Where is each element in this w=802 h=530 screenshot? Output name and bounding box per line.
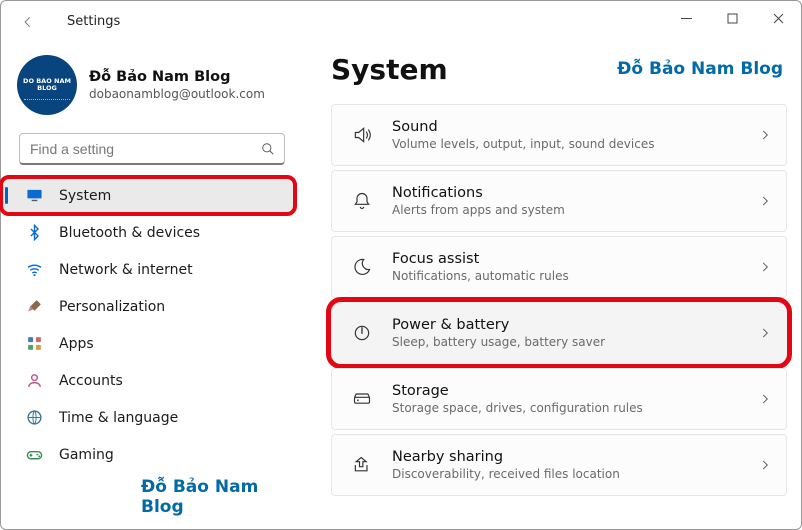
card-title: Sound xyxy=(392,119,758,135)
nav-label: Gaming xyxy=(59,447,114,463)
power-icon xyxy=(342,323,382,343)
bluetooth-icon xyxy=(25,224,43,242)
search-icon xyxy=(261,142,275,156)
close-button[interactable] xyxy=(755,1,801,35)
nav-label: Time & language xyxy=(59,410,178,426)
nav-item-personalization[interactable]: Personalization xyxy=(7,288,289,325)
card-title: Nearby sharing xyxy=(392,449,758,465)
chevron-right-icon xyxy=(758,194,772,208)
user-block[interactable]: DO BAO NAM BLOG Đỗ Bảo Nam Blog dobaonam… xyxy=(1,55,299,133)
card-sub: Notifications, automatic rules xyxy=(392,269,758,283)
brush-icon xyxy=(25,298,43,316)
sound-icon xyxy=(342,125,382,145)
nav-label: Apps xyxy=(59,336,94,352)
chevron-right-icon xyxy=(758,128,772,142)
window-title: Settings xyxy=(67,14,120,29)
apps-icon xyxy=(25,335,43,353)
moon-icon xyxy=(342,257,382,277)
nav-item-apps[interactable]: Apps xyxy=(7,325,289,362)
card-sub: Storage space, drives, configuration rul… xyxy=(392,401,758,415)
avatar: DO BAO NAM BLOG xyxy=(17,55,77,115)
nav-item-bluetooth-devices[interactable]: Bluetooth & devices xyxy=(7,214,289,251)
main-panel: System Đỗ Bảo Nam Blog Sound Volume level… xyxy=(299,41,801,529)
user-email: dobaonamblog@outlook.com xyxy=(89,87,265,101)
page-title: System xyxy=(331,53,448,86)
back-button[interactable] xyxy=(17,11,39,33)
storage-icon xyxy=(342,389,382,409)
nav-item-time-language[interactable]: Time & language xyxy=(7,399,289,436)
settings-card-nearby-sharing[interactable]: Nearby sharing Discoverability, received … xyxy=(331,434,787,496)
nav-label: Bluetooth & devices xyxy=(59,225,200,241)
monitor-icon xyxy=(25,187,43,205)
maximize-button[interactable] xyxy=(709,1,755,35)
minimize-button[interactable] xyxy=(663,1,709,35)
sidebar: DO BAO NAM BLOG Đỗ Bảo Nam Blog dobaonam… xyxy=(1,41,299,529)
share-icon xyxy=(342,455,382,475)
nav-label: Accounts xyxy=(59,373,123,389)
user-name: Đỗ Bảo Nam Blog xyxy=(89,69,265,85)
gamepad-icon xyxy=(25,446,43,464)
chevron-right-icon xyxy=(758,326,772,340)
wifi-icon xyxy=(25,261,43,279)
window-controls xyxy=(663,1,801,35)
card-title: Notifications xyxy=(392,185,758,201)
chevron-right-icon xyxy=(758,458,772,472)
nav-item-accounts[interactable]: Accounts xyxy=(7,362,289,399)
card-title: Focus assist xyxy=(392,251,758,267)
nav-label: System xyxy=(59,188,111,204)
bell-icon xyxy=(342,191,382,211)
nav-list: System Bluetooth & devices Network & inter… xyxy=(1,177,299,473)
settings-card-focus-assist[interactable]: Focus assist Notifications, automatic rul… xyxy=(331,236,787,298)
globe-icon xyxy=(25,409,43,427)
settings-card-power-battery[interactable]: Power & battery Sleep, battery usage, bat… xyxy=(331,302,787,364)
settings-card-list: Sound Volume levels, output, input, sound… xyxy=(331,104,787,496)
settings-card-storage[interactable]: Storage Storage space, drives, configurat… xyxy=(331,368,787,430)
search-input[interactable] xyxy=(19,133,285,165)
nav-label: Network & internet xyxy=(59,262,193,278)
card-sub: Sleep, battery usage, battery saver xyxy=(392,335,758,349)
watermark-main: Đỗ Bảo Nam Blog xyxy=(617,59,783,79)
nav-item-system[interactable]: System xyxy=(1,177,295,214)
nav-label: Personalization xyxy=(59,299,165,315)
card-sub: Alerts from apps and system xyxy=(392,203,758,217)
card-title: Storage xyxy=(392,383,758,399)
nav-item-network-internet[interactable]: Network & internet xyxy=(7,251,289,288)
chevron-right-icon xyxy=(758,392,772,406)
user-icon xyxy=(25,372,43,390)
settings-card-sound[interactable]: Sound Volume levels, output, input, sound… xyxy=(331,104,787,166)
nav-item-gaming[interactable]: Gaming xyxy=(7,436,289,473)
chevron-right-icon xyxy=(758,260,772,274)
title-bar: Settings xyxy=(1,1,801,41)
watermark-sidebar: Đỗ Bảo Nam Blog xyxy=(141,477,299,517)
search-wrap xyxy=(19,133,285,165)
card-sub: Discoverability, received files location xyxy=(392,467,758,481)
card-sub: Volume levels, output, input, sound devi… xyxy=(392,137,758,151)
settings-card-notifications[interactable]: Notifications Alerts from apps and system xyxy=(331,170,787,232)
card-title: Power & battery xyxy=(392,317,758,333)
